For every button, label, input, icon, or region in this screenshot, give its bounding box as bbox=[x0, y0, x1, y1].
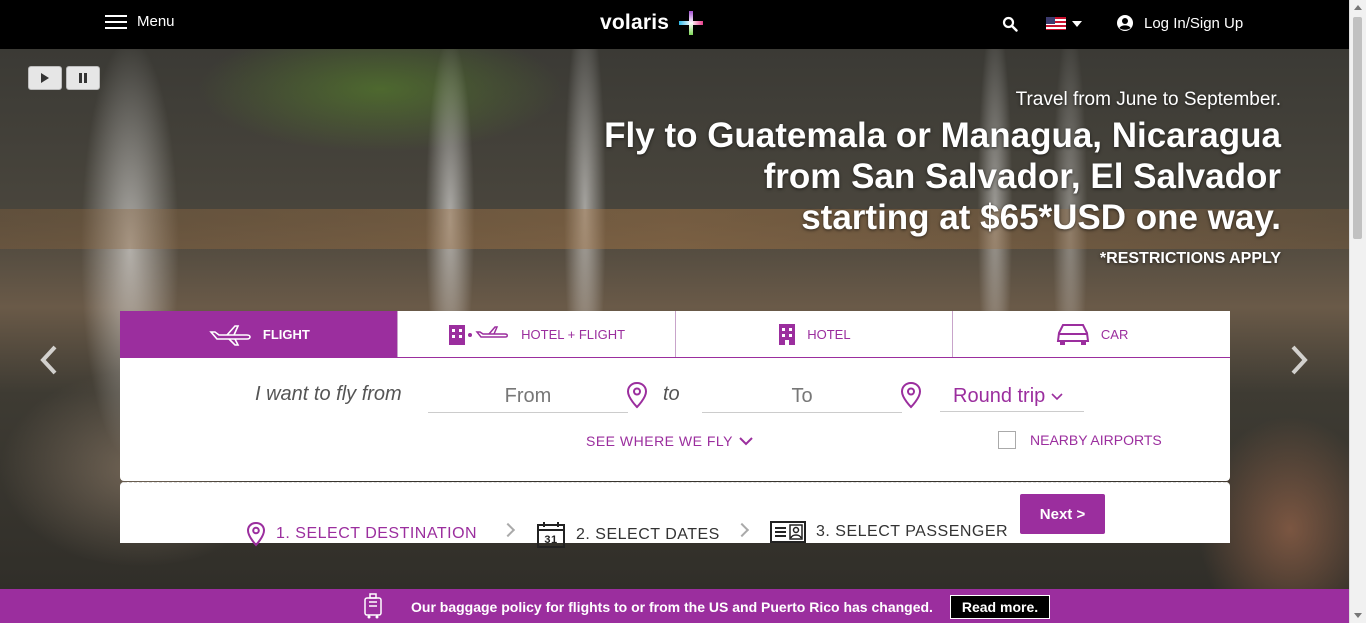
destination-input[interactable] bbox=[702, 380, 902, 413]
airplane-icon bbox=[209, 325, 251, 346]
step-select-passenger[interactable]: 3. SELECT PASSENGER bbox=[770, 521, 1008, 543]
nearby-airports-checkbox[interactable] bbox=[998, 431, 1016, 449]
destination-location-pin-icon[interactable] bbox=[900, 381, 922, 409]
tab-hotel-flight[interactable]: HOTEL + FLIGHT bbox=[397, 311, 676, 357]
tab-flight[interactable]: FLIGHT bbox=[120, 311, 398, 357]
step3-label: 3. SELECT PASSENGER bbox=[816, 523, 1009, 540]
promo-text-block[interactable]: Travel from June to September. Fly to Gu… bbox=[604, 89, 1281, 268]
promo-headline-line1: Fly to Guatemala or Managua, Nicaragua bbox=[604, 116, 1281, 155]
booking-tabs: FLIGHT HOTEL + FLIGHT HOTEL CAR bbox=[120, 311, 1230, 358]
origin-location-pin-icon[interactable] bbox=[626, 381, 648, 409]
search-lead-text: I want to fly from bbox=[255, 383, 402, 405]
pause-icon bbox=[79, 73, 87, 83]
promo-subtitle: Travel from June to September. bbox=[1015, 89, 1281, 110]
pause-button[interactable] bbox=[66, 66, 100, 90]
tab-car[interactable]: CAR bbox=[953, 311, 1230, 357]
carousel-next-arrow-icon[interactable] bbox=[1288, 344, 1310, 376]
login-signup-link[interactable]: Log In/Sign Up bbox=[1116, 14, 1243, 32]
hamburger-icon bbox=[105, 14, 127, 30]
chevron-right-icon bbox=[734, 522, 750, 538]
chevron-right-icon bbox=[500, 522, 516, 538]
tab-hotel-label: HOTEL bbox=[807, 326, 851, 342]
promo-headline-line2: from San Salvador, El Salvador bbox=[763, 157, 1281, 196]
hotel-flight-icon bbox=[449, 325, 509, 345]
to-word: to bbox=[663, 383, 680, 405]
step2-label: 2. SELECT DATES bbox=[576, 526, 720, 543]
luggage-icon bbox=[364, 593, 382, 619]
location-pin-icon bbox=[246, 521, 266, 547]
volaris-logo[interactable]: volaris bbox=[600, 9, 705, 37]
hotel-icon bbox=[779, 324, 796, 345]
menu-label: Menu bbox=[137, 13, 175, 30]
play-icon bbox=[41, 73, 49, 83]
calendar-day-text: 31 bbox=[544, 534, 557, 546]
user-icon bbox=[1117, 15, 1133, 31]
logo-text: volaris bbox=[600, 11, 670, 34]
baggage-notice-text: Our baggage policy for flights to or fro… bbox=[411, 599, 933, 615]
chevron-down-icon bbox=[1072, 20, 1082, 27]
tab-car-label: CAR bbox=[1100, 326, 1129, 342]
booking-steps-bar: 1. SELECT DESTINATION 31 2. SELECT DATES… bbox=[120, 482, 1230, 548]
scroll-up-arrow-icon[interactable] bbox=[1354, 5, 1362, 10]
login-label: Log In/Sign Up bbox=[1144, 14, 1244, 32]
see-where-we-fly-link[interactable]: SEE WHERE WE FLY bbox=[586, 433, 753, 449]
scrollbar-thumb[interactable] bbox=[1353, 17, 1362, 239]
tab-hotel[interactable]: HOTEL bbox=[675, 311, 954, 357]
scroll-down-arrow-icon[interactable] bbox=[1354, 613, 1362, 618]
car-icon bbox=[1056, 324, 1090, 345]
chevron-down-icon bbox=[1051, 392, 1063, 400]
see-where-label: SEE WHERE WE FLY bbox=[586, 433, 733, 449]
step-select-destination[interactable]: 1. SELECT DESTINATION bbox=[246, 521, 477, 547]
origin-input[interactable] bbox=[428, 380, 628, 413]
logo-cross-icon bbox=[679, 11, 704, 35]
tab-hotel-flight-label: HOTEL + FLIGHT bbox=[521, 326, 626, 342]
calendar-icon: 31 bbox=[537, 522, 565, 548]
promo-restrictions: *RESTRICTIONS APPLY bbox=[1099, 250, 1281, 267]
trip-type-value: Round trip bbox=[953, 385, 1046, 407]
nearby-airports-label: NEARBY AIRPORTS bbox=[1030, 432, 1162, 448]
passenger-id-icon bbox=[770, 521, 806, 543]
top-navigation-bar: Menu volaris Log In/Sign Up bbox=[0, 0, 1349, 49]
language-selector[interactable] bbox=[1046, 17, 1082, 30]
page-scrollbar[interactable] bbox=[1349, 0, 1366, 623]
baggage-notice-bar: Our baggage policy for flights to or fro… bbox=[0, 589, 1349, 623]
chevron-down-icon bbox=[739, 436, 753, 445]
promo-headline-line3: starting at $65*USD one way. bbox=[801, 198, 1281, 237]
search-icon[interactable] bbox=[1002, 16, 1018, 32]
nearby-airports-option[interactable]: NEARBY AIRPORTS bbox=[998, 431, 1162, 449]
booking-widget: FLIGHT HOTEL + FLIGHT HOTEL CAR I want t… bbox=[120, 311, 1230, 481]
play-button[interactable] bbox=[28, 66, 62, 90]
tab-flight-label: FLIGHT bbox=[262, 326, 310, 342]
us-flag-icon bbox=[1046, 17, 1066, 30]
next-button[interactable]: Next > bbox=[1020, 494, 1105, 534]
step1-label: 1. SELECT DESTINATION bbox=[276, 525, 478, 542]
trip-type-select[interactable]: Round trip bbox=[940, 382, 1084, 412]
step-select-dates[interactable]: 31 2. SELECT DATES bbox=[536, 521, 720, 549]
flight-search-row: I want to fly from to Round trip bbox=[120, 380, 1230, 423]
carousel-prev-arrow-icon[interactable] bbox=[38, 344, 60, 376]
menu-button[interactable]: Menu bbox=[105, 13, 175, 30]
read-more-button[interactable]: Read more. bbox=[950, 595, 1050, 619]
